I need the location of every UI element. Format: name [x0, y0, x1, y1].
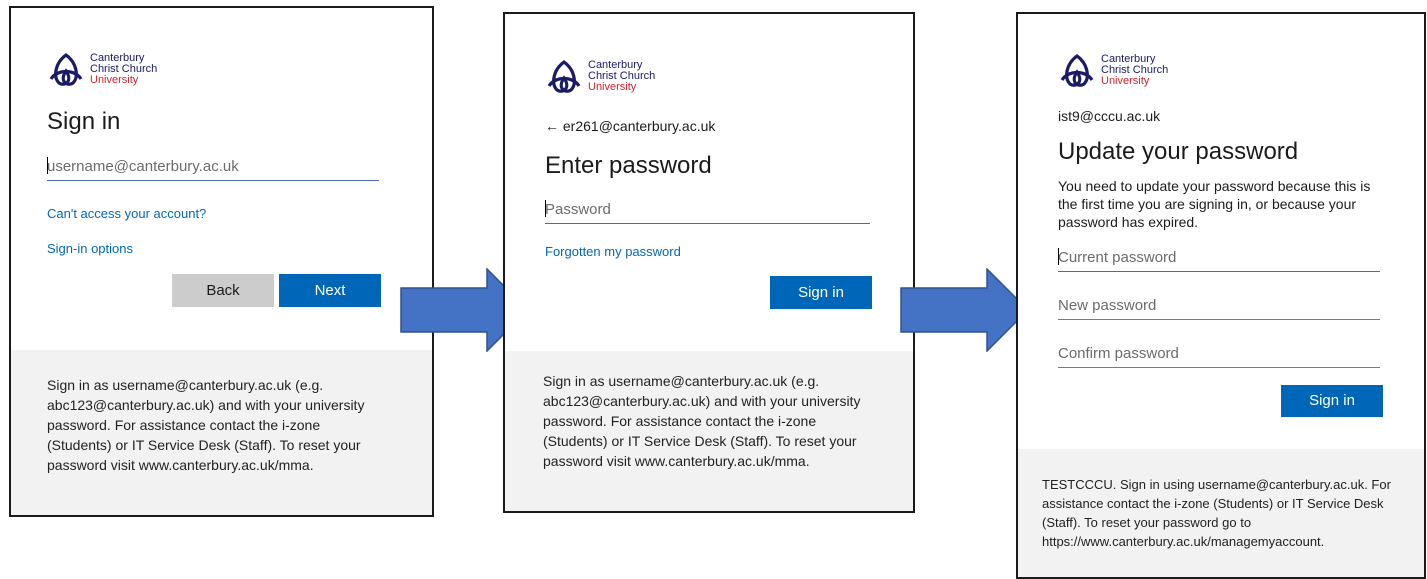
page-title: Enter password [545, 152, 712, 179]
identity-email: er261@canterbury.ac.uk [562, 118, 716, 134]
logo-knot-icon [547, 60, 581, 93]
logo-wordmark: Canterbury Christ Church University [90, 53, 157, 86]
identity-banner[interactable]: ← er261@canterbury.ac.uk [545, 118, 715, 134]
sign-in-panel: Canterbury Christ Church University Sign… [9, 6, 434, 517]
update-password-description: You need to update your password because… [1058, 178, 1371, 230]
logo-wordmark: Canterbury Christ Church University [588, 60, 655, 93]
username-input[interactable]: username@canterbury.ac.uk [47, 154, 379, 181]
back-arrow-icon[interactable]: ← [545, 118, 559, 134]
sign-in-button[interactable]: Sign in [1281, 385, 1383, 417]
logo-line-3: University [588, 81, 637, 93]
next-button[interactable]: Next [279, 274, 381, 307]
footer-text: TESTCCCU. Sign in using username@canterb… [1042, 477, 1391, 549]
update-password-panel: Canterbury Christ Church University ist9… [1016, 12, 1426, 579]
logo-knot-icon [1060, 54, 1094, 87]
enter-password-panel: Canterbury Christ Church University ← er… [503, 12, 915, 513]
footer-text: Sign in as username@canterbury.ac.uk (e.… [47, 377, 365, 473]
logo-knot-icon [49, 53, 83, 86]
logo-wordmark: Canterbury Christ Church University [1101, 54, 1168, 87]
identity-email: ist9@cccu.ac.uk [1058, 108, 1161, 124]
password-input[interactable]: Password [545, 197, 870, 224]
right-arrow-icon [900, 268, 1030, 352]
footer-text: Sign in as username@canterbury.ac.uk (e.… [543, 373, 861, 469]
logo-line-3: University [90, 74, 139, 86]
forgotten-password-link[interactable]: Forgotten my password [545, 244, 681, 259]
confirm-password-input[interactable]: Confirm password [1058, 341, 1380, 368]
page-title: Update your password [1058, 138, 1299, 165]
university-logo: Canterbury Christ Church University [545, 60, 655, 94]
sign-in-footer: Sign in as username@canterbury.ac.uk (e.… [11, 350, 432, 515]
sign-in-options-link[interactable]: Sign-in options [47, 241, 133, 256]
sign-in-footer: Sign in as username@canterbury.ac.uk (e.… [505, 351, 913, 511]
cant-access-account-link[interactable]: Can't access your account? [47, 206, 206, 221]
update-password-footer: TESTCCCU. Sign in using username@canterb… [1018, 449, 1424, 577]
back-button[interactable]: Back [172, 274, 274, 307]
university-logo: Canterbury Christ Church University [47, 53, 157, 87]
page-title: Sign in [47, 108, 121, 135]
logo-line-3: University [1101, 75, 1150, 87]
new-password-input[interactable]: New password [1058, 293, 1380, 320]
sign-in-button[interactable]: Sign in [770, 276, 872, 309]
current-password-input[interactable]: Current password [1058, 245, 1380, 272]
university-logo: Canterbury Christ Church University [1058, 54, 1168, 88]
